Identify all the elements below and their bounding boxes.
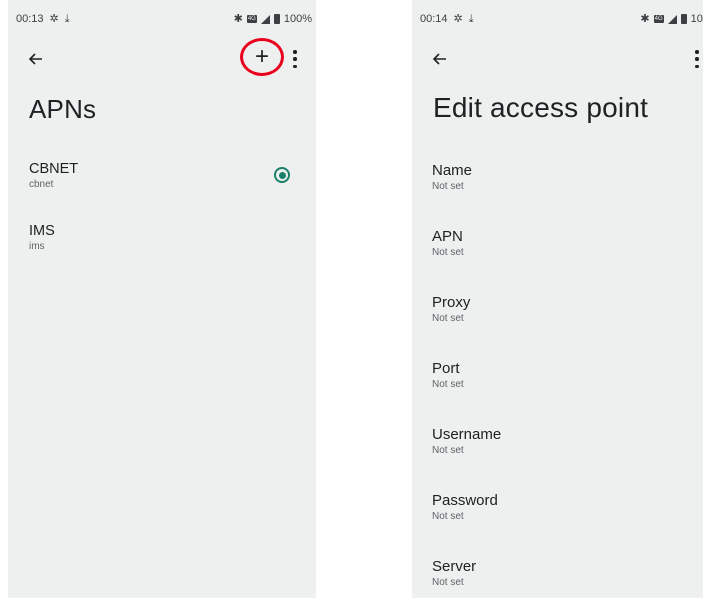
- download-icon: ⤓: [468, 12, 474, 25]
- network-badge: 4G: [653, 15, 664, 23]
- field-proxy[interactable]: Proxy Not set: [432, 294, 692, 326]
- field-port[interactable]: Port Not set: [432, 360, 692, 392]
- signal-icon: [260, 14, 270, 24]
- status-time: 00:13: [16, 13, 44, 25]
- field-label: Username: [432, 426, 502, 443]
- battery-icon: [680, 14, 687, 24]
- battery-percent: 100: [690, 13, 703, 25]
- apn-name: CBNET: [29, 161, 79, 177]
- more-vert-icon[interactable]: [292, 50, 298, 68]
- page-title: APNs: [29, 94, 97, 124]
- battery-icon: [273, 14, 280, 24]
- download-icon: ⤓: [64, 12, 70, 25]
- status-bar: 00:14 ✲ ⤓ ✱ 4G 100: [412, 0, 703, 34]
- field-value: Not set: [432, 511, 464, 522]
- bluetooth-icon: ✱: [233, 12, 243, 25]
- apn-value: cbnet: [29, 179, 54, 190]
- field-label: APN: [432, 228, 463, 245]
- app-bar: +: [8, 38, 316, 76]
- gear-icon: ✲: [453, 12, 463, 25]
- field-value: Not set: [432, 181, 464, 192]
- apn-list-item-ims[interactable]: IMS ims: [29, 222, 299, 254]
- field-apn[interactable]: APN Not set: [432, 228, 692, 260]
- back-arrow-icon[interactable]: [430, 49, 450, 69]
- back-arrow-icon[interactable]: [26, 49, 46, 69]
- more-vert-icon[interactable]: [694, 50, 700, 68]
- app-bar: [412, 44, 703, 74]
- field-value: Not set: [432, 445, 464, 456]
- apn-name: IMS: [29, 223, 55, 239]
- field-name[interactable]: Name Not set: [432, 162, 692, 194]
- gear-icon: ✲: [49, 12, 59, 25]
- apn-value: ims: [29, 241, 45, 252]
- field-label: Password: [432, 492, 498, 509]
- signal-icon: [667, 14, 677, 24]
- field-password[interactable]: Password Not set: [432, 492, 692, 524]
- field-username[interactable]: Username Not set: [432, 426, 692, 458]
- status-time: 00:14: [420, 13, 448, 25]
- field-value: Not set: [432, 247, 464, 258]
- apn-list-item-cbnet[interactable]: CBNET cbnet: [29, 160, 299, 192]
- field-value: Not set: [432, 313, 464, 324]
- apn-radio-selected[interactable]: [274, 167, 290, 183]
- network-badge: 4G: [246, 15, 257, 23]
- apns-screen: 00:13 ✲ ⤓ ✱ 4G 100% + APNs CBNET cbnet I…: [8, 0, 316, 598]
- add-icon[interactable]: +: [249, 45, 275, 71]
- field-label: Port: [432, 360, 460, 377]
- battery-percent: 100%: [283, 13, 312, 25]
- field-label: Proxy: [432, 294, 471, 311]
- field-value: Not set: [432, 379, 464, 390]
- bluetooth-icon: ✱: [640, 12, 650, 25]
- edit-access-point-screen: 00:14 ✲ ⤓ ✱ 4G 100 Edit access point Nam…: [412, 0, 703, 598]
- field-server[interactable]: Server Not set: [432, 558, 692, 590]
- field-value: Not set: [432, 577, 464, 588]
- field-label: Server: [432, 558, 477, 575]
- page-title: Edit access point: [433, 92, 649, 123]
- field-label: Name: [432, 162, 473, 179]
- status-bar: 00:13 ✲ ⤓ ✱ 4G 100%: [8, 0, 316, 34]
